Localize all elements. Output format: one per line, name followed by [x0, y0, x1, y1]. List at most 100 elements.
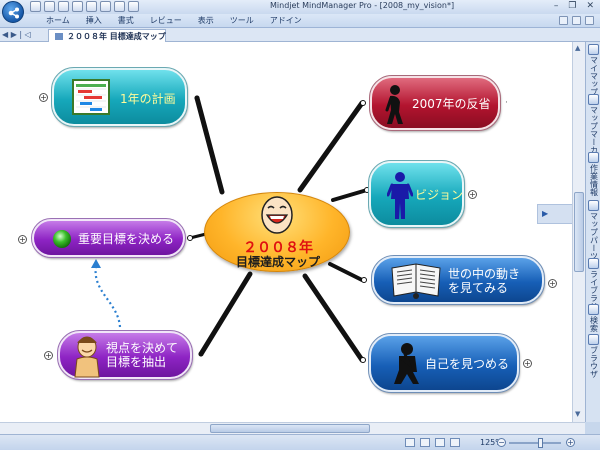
green-ball-icon: [53, 230, 71, 248]
expand-viewpoint-icon[interactable]: +: [44, 351, 53, 360]
tab-format[interactable]: 書式: [110, 15, 142, 26]
topic-vision[interactable]: ビジョン: [368, 160, 465, 228]
document-tab-label: ２００８年 目標達成マップ: [67, 32, 166, 41]
connector-plan: [194, 95, 225, 195]
central-topic[interactable]: ２００８年 目標達成マップ: [204, 192, 350, 272]
my-maps-icon: [588, 44, 599, 55]
topic-self-label: 自己を見つめる: [425, 357, 510, 371]
window-title: Mindjet MindManager Pro - [2008_my_visio…: [270, 1, 455, 10]
topic-plan[interactable]: 1年の計画: [51, 67, 188, 127]
scroll-up-icon[interactable]: ▲: [575, 44, 580, 52]
save-icon[interactable]: [58, 1, 69, 12]
doc-minimize-icon[interactable]: [572, 16, 581, 25]
tab-home[interactable]: ホーム: [38, 15, 78, 26]
central-title: 目標達成マップ: [235, 255, 320, 269]
relationship-arrow: [94, 265, 122, 328]
sidebar-item-search[interactable]: 検索: [587, 304, 600, 332]
layout-icon[interactable]: [420, 438, 430, 447]
help-icon[interactable]: [559, 16, 568, 25]
map-markers-icon: [588, 94, 599, 105]
zoom-slider[interactable]: [509, 442, 561, 444]
topic-world-label-2: を見てみる: [448, 281, 509, 295]
filter-icon[interactable]: [405, 438, 415, 447]
doc-close-icon[interactable]: [585, 16, 594, 25]
tab-addins[interactable]: アドイン: [262, 15, 310, 26]
tab-view[interactable]: 表示: [190, 15, 222, 26]
open-folder-icon[interactable]: [44, 1, 55, 12]
outline-view-icon[interactable]: [450, 438, 460, 447]
sidebar-flap[interactable]: ▶: [537, 204, 572, 224]
sidebar-label-search: 検索: [589, 316, 599, 332]
person-standing-icon: [387, 172, 413, 219]
app-orb-icon[interactable]: [2, 1, 24, 23]
tab-review[interactable]: レビュー: [142, 15, 190, 26]
vertical-scroll-thumb[interactable]: [574, 192, 584, 272]
person-thinking-icon: [394, 343, 419, 384]
expand-vision-icon[interactable]: +: [468, 190, 477, 199]
vertical-scrollbar[interactable]: ▲ ▼: [572, 42, 585, 422]
flap-arrow-icon: ▶: [542, 209, 549, 218]
smiling-man-icon: [74, 336, 100, 378]
sidebar-item-browser[interactable]: ブラウザ: [587, 334, 600, 378]
horizontal-scroll-thumb[interactable]: [210, 424, 370, 433]
tab-tools[interactable]: ツール: [222, 15, 262, 26]
topic-reflect[interactable]: 2007年の反省: [369, 75, 501, 131]
connector-vision: [331, 188, 369, 202]
ribbon-bar: ホーム 挿入 書式 レビュー 表示 ツール アドイン: [0, 14, 600, 28]
status-view-buttons: [405, 438, 460, 447]
map-parts-icon: [588, 200, 599, 211]
connector-viewpoint: [198, 271, 253, 357]
scroll-down-icon[interactable]: ▼: [575, 410, 580, 418]
close-button[interactable]: ✕: [586, 1, 594, 11]
svg-text:·: ·: [505, 98, 508, 108]
customize-icon[interactable]: [128, 1, 139, 12]
topic-self[interactable]: 自己を見つめる: [368, 333, 520, 393]
zoom-in-button[interactable]: +: [566, 438, 575, 447]
sidebar-label-task-info: 作業情報: [589, 164, 599, 196]
sidebar-item-task-info[interactable]: 作業情報: [587, 152, 600, 196]
topic-goals[interactable]: 重要目標を決める: [31, 218, 186, 258]
sidebar-label-my-maps: マイマップ: [589, 56, 599, 96]
topic-viewpoint-label-2: 目標を抽出: [106, 355, 167, 369]
expand-goals-icon[interactable]: +: [18, 235, 27, 244]
redo-icon[interactable]: [100, 1, 111, 12]
sidebar-item-library[interactable]: ライブラリ: [587, 258, 600, 310]
topic-vision-label: ビジョン: [415, 188, 464, 202]
expand-world-icon[interactable]: +: [548, 279, 557, 288]
sidebar-label-map-parts: マップパーツ: [589, 212, 599, 260]
task-pane-sidebar: マイマップ マップマーカー 作業情報 マップパーツ ライブラリ 検索 ブラウザ: [585, 42, 600, 422]
ribbon-tabs: ホーム 挿入 書式 レビュー 表示 ツール アドイン: [38, 15, 310, 26]
new-file-icon[interactable]: [30, 1, 41, 12]
relationship-arrowhead: [91, 259, 101, 268]
window-controls: – ❐ ✕: [554, 1, 594, 11]
map-canvas[interactable]: · ２００８年 目標達成マップ 1年の計画 + 2007年の反省 ビジョン + …: [0, 42, 572, 422]
undo-icon[interactable]: [86, 1, 97, 12]
topic-world[interactable]: 世の中の動き を見てみる: [371, 255, 545, 305]
person-bowing-icon: [385, 85, 403, 124]
zoom-slider-knob[interactable]: [538, 438, 543, 448]
zoom-out-button[interactable]: −: [497, 438, 506, 447]
topic-plan-label: 1年の計画: [120, 92, 176, 106]
sidebar-item-map-parts[interactable]: マップパーツ: [587, 200, 600, 260]
topic-goals-label: 重要目標を決める: [78, 232, 175, 246]
tab-insert[interactable]: 挿入: [78, 15, 110, 26]
horizontal-scrollbar[interactable]: [0, 422, 585, 434]
task-info-icon: [588, 152, 599, 163]
newspaper-reader-icon: [391, 263, 441, 299]
expand-plan-icon[interactable]: +: [39, 93, 48, 102]
email-icon[interactable]: [114, 1, 125, 12]
sidebar-item-my-maps[interactable]: マイマップ: [587, 44, 600, 96]
print-icon[interactable]: [72, 1, 83, 12]
document-nav-arrows[interactable]: ◀ ▶ | ◁: [2, 30, 31, 39]
document-tab-bar: ◀ ▶ | ◁ ２００８年 目標達成マップ: [0, 28, 600, 42]
ribbon-right-controls: [559, 16, 594, 25]
document-tab[interactable]: ２００８年 目標達成マップ: [48, 29, 166, 42]
topic-world-label-1: 世の中の動き: [448, 267, 521, 281]
connector-reflect: [297, 100, 365, 193]
maximize-button[interactable]: ❐: [568, 1, 576, 11]
fit-map-icon[interactable]: [435, 438, 445, 447]
sidebar-label-browser: ブラウザ: [589, 346, 599, 378]
topic-viewpoint[interactable]: 視点を決めて 目標を抽出: [57, 330, 193, 380]
minimize-button[interactable]: –: [554, 1, 559, 11]
expand-self-icon[interactable]: +: [523, 359, 532, 368]
